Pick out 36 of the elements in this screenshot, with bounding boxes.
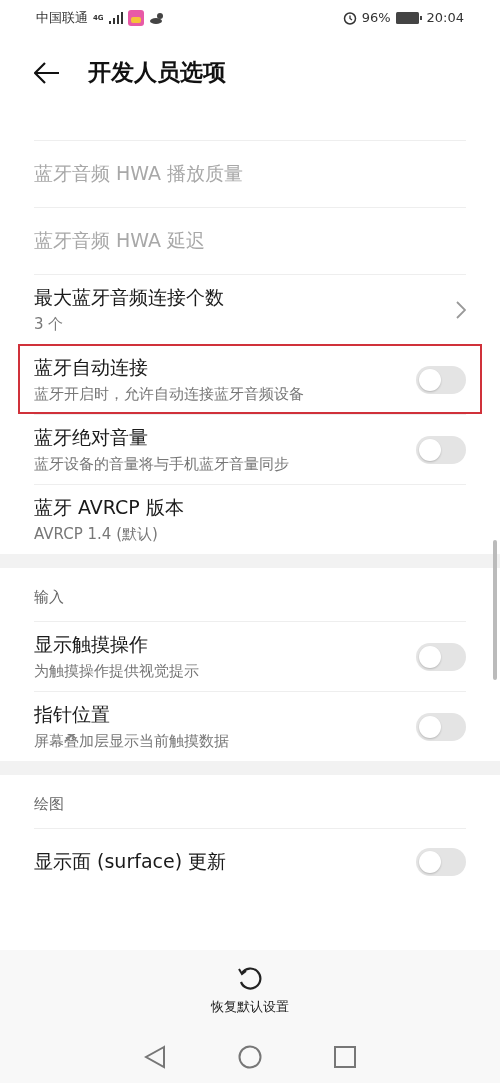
setting-subtitle: 3 个	[34, 315, 65, 334]
setting-title[interactable]: 蓝牙绝对音量	[34, 425, 416, 451]
page-title: 开发人员选项	[88, 58, 226, 87]
section-header: 输入	[33, 587, 65, 608]
setting-subtitle: 蓝牙设备的音量将与手机蓝牙音量同步	[34, 455, 290, 474]
nav-recents-button[interactable]	[334, 1045, 356, 1068]
setting-title[interactable]: 指针位置	[34, 702, 416, 728]
setting-subtitle: 为触摸操作提供视觉提示	[34, 662, 200, 681]
setting-subtitle: 蓝牙开启时，允许自动连接蓝牙音频设备	[34, 385, 305, 404]
weather-icon	[148, 11, 165, 24]
section-header: 绘图	[33, 794, 65, 815]
toggle-switch[interactable]	[416, 712, 466, 741]
battery-percent: 96%	[361, 10, 391, 25]
carrier-name: 中国联通	[36, 8, 88, 27]
nav-back-button[interactable]	[144, 1044, 166, 1069]
toggle-switch[interactable]	[416, 365, 466, 394]
clock-time: 20:04	[426, 10, 464, 25]
signal-icon	[108, 11, 123, 24]
setting-title[interactable]: 显示面 (surface) 更新	[34, 849, 416, 875]
setting-title[interactable]: 蓝牙 AVRCP 版本	[34, 495, 466, 521]
setting-title[interactable]: 最大蓝牙音频连接个数	[34, 285, 456, 311]
setting-subtitle: 屏幕叠加层显示当前触摸数据	[34, 732, 230, 751]
alarm-icon	[342, 10, 357, 25]
setting-title[interactable]: 显示触摸操作	[34, 632, 416, 658]
setting-title[interactable]: 蓝牙自动连接	[34, 355, 416, 381]
toggle-switch[interactable]	[416, 435, 466, 464]
app-icon	[127, 9, 144, 26]
chevron-icon	[456, 300, 466, 319]
toggle-switch[interactable]	[416, 642, 466, 671]
battery-icon	[395, 11, 422, 24]
reset-icon	[236, 964, 264, 992]
nav-home-button[interactable]	[238, 1044, 262, 1069]
reset-defaults-button[interactable]: 恢复默认设置	[205, 963, 295, 1017]
toggle-switch[interactable]	[416, 848, 466, 876]
back-button[interactable]	[34, 61, 60, 84]
setting-subtitle: AVRCP 1.4 (默认)	[34, 525, 159, 544]
